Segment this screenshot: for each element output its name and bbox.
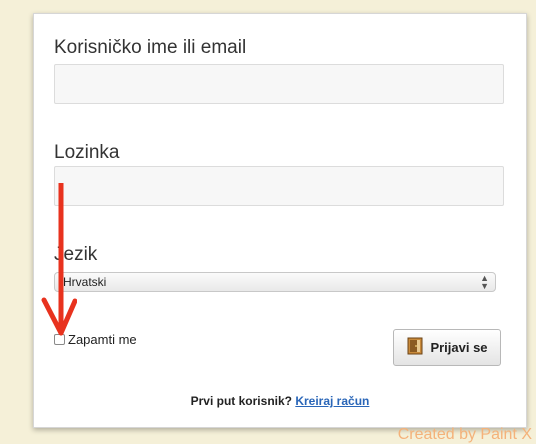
- login-button-label: Prijavi se: [430, 340, 488, 355]
- language-select[interactable]: Hrvatski ▲ ▼: [54, 272, 496, 292]
- signup-prompt-text: Prvi put korisnik?: [190, 394, 292, 408]
- username-label: Korisničko ime ili email: [54, 37, 247, 58]
- login-card: Korisničko ime ili email Lozinka Jezik H…: [33, 13, 527, 428]
- remember-label: Zapamti me: [68, 332, 137, 347]
- signup-prompt: Prvi put korisnik? Kreiraj račun: [34, 394, 526, 408]
- door-icon: [406, 336, 426, 359]
- red-arrow-down-icon: [41, 180, 78, 348]
- select-arrows-icon: ▲ ▼: [480, 273, 489, 291]
- password-label: Lozinka: [54, 142, 120, 163]
- watermark-text: Created by Paint X: [397, 426, 532, 443]
- create-account-link[interactable]: Kreiraj račun: [295, 394, 369, 408]
- login-button[interactable]: Prijavi se: [393, 329, 501, 366]
- password-input[interactable]: [54, 166, 504, 206]
- username-input[interactable]: [54, 64, 504, 104]
